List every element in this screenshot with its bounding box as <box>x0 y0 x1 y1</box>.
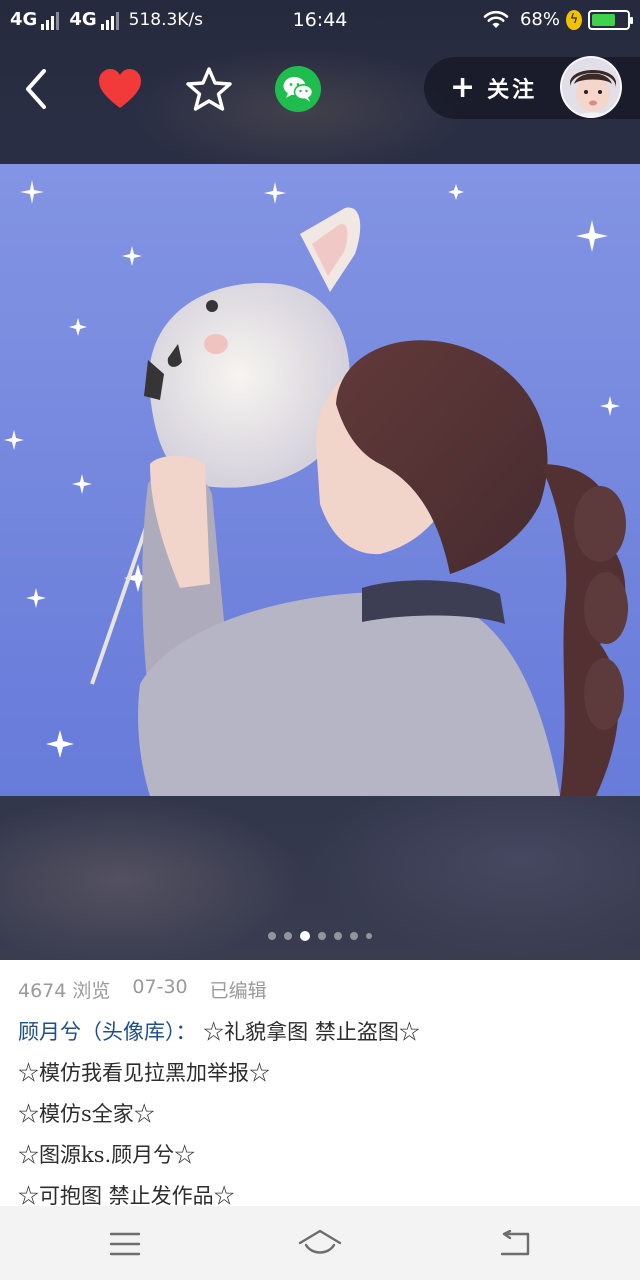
wechat-icon <box>275 66 321 112</box>
post-photo[interactable] <box>0 164 640 796</box>
wifi-icon <box>483 10 509 28</box>
post-toolbar: + 关注 <box>0 54 640 124</box>
gallery-page-dot[interactable] <box>284 932 292 940</box>
battery-percent: 68% <box>519 9 560 30</box>
follow-label: 关注 <box>487 78 538 103</box>
description-text: ☆礼貌拿图 禁止盗图☆ <box>196 1020 420 1044</box>
share-wechat-button[interactable] <box>273 64 323 114</box>
gallery-page-dot[interactable] <box>334 932 342 940</box>
author-link[interactable]: 顾月兮（头像库）： <box>18 1020 197 1044</box>
system-back-button[interactable] <box>485 1224 545 1264</box>
chevron-left-icon <box>26 69 46 109</box>
post-date: 07-30 <box>132 976 188 998</box>
return-icon <box>500 1230 530 1256</box>
post-description: 顾月兮（头像库）： ☆礼貌拿图 禁止盗图☆ ☆模仿我看见拉黑加举报☆ ☆模仿s全… <box>18 1014 628 1219</box>
description-line: 顾月兮（头像库）： ☆礼貌拿图 禁止盗图☆ <box>18 1014 628 1055</box>
gallery-page-dot[interactable] <box>300 931 310 941</box>
gallery-page-indicator <box>0 931 640 941</box>
author-avatar[interactable] <box>560 56 622 118</box>
system-nav-bar <box>0 1206 640 1280</box>
battery-icon <box>588 9 633 30</box>
home-icon <box>298 1229 342 1254</box>
back-button[interactable] <box>12 64 62 114</box>
description-line: ☆模仿s全家☆ <box>18 1102 155 1126</box>
status-bar: 4G 4G 518.3K/s 16:44 68% ϟ <box>0 0 640 42</box>
charging-bolt-icon: ϟ <box>566 9 582 30</box>
gallery-page-dot[interactable] <box>366 933 372 939</box>
battery-level-fill <box>592 13 615 26</box>
home-button[interactable] <box>290 1224 350 1264</box>
menu-icon <box>109 1232 141 1256</box>
edited-label: 已编辑 <box>209 980 267 1002</box>
heart-icon <box>99 69 141 108</box>
menu-button[interactable] <box>95 1224 155 1264</box>
favorite-button[interactable] <box>184 64 234 114</box>
post-meta: 4674 浏览 07-30 已编辑 <box>18 976 267 1003</box>
view-count: 4674 浏览 <box>18 980 111 1002</box>
plus-icon: + <box>450 70 476 105</box>
star-outline-icon <box>186 67 232 111</box>
gallery-page-dot[interactable] <box>268 932 276 940</box>
description-line: ☆模仿我看见拉黑加举报☆ <box>18 1061 270 1085</box>
like-button[interactable] <box>95 64 145 114</box>
status-right: 68% ϟ <box>482 9 633 30</box>
gallery-page-dot[interactable] <box>350 932 358 940</box>
gallery-page-dot[interactable] <box>318 932 326 940</box>
description-line: ☆图源ks.顾月兮☆ <box>18 1143 196 1167</box>
